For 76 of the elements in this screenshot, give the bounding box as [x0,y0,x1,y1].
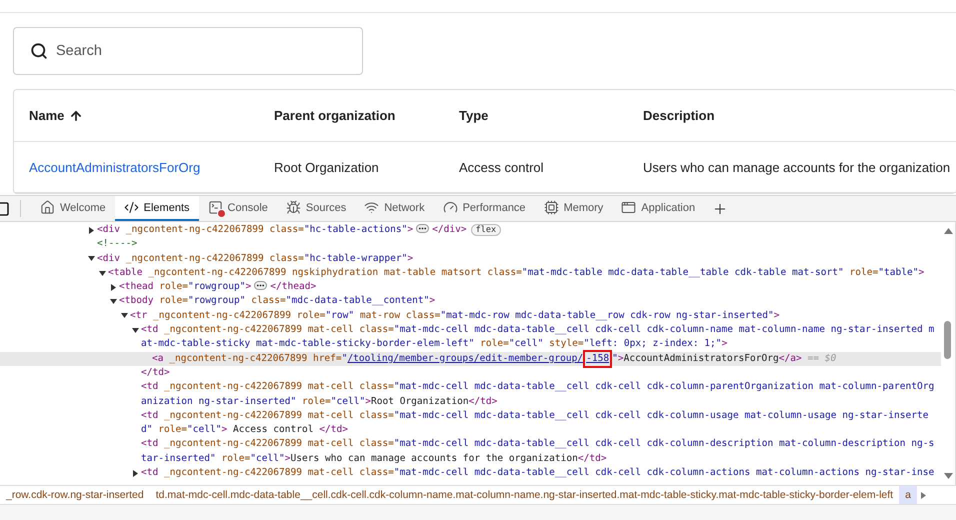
dom-node-row[interactable]: <a _ngcontent-ng-c422067899 href="/tooling/member-groups/edit-member-group/ -158 ">AccountAdministratorsForOrg</a> == $0 [0,352,941,366]
dom-node-row[interactable]: <table _ngcontent-ng-c422067899 ngskiphydration mat-table matsort class="mat-mdc-table mdc-data-table__table cdk-table mat-sort" role="table"> [0,266,941,280]
devtools-tab[interactable]: Performance [434,196,535,221]
devtools-tab[interactable]: Sources [276,196,356,221]
devtools-tab[interactable]: Elements [114,196,199,221]
expand-arrow-icon[interactable] [88,226,95,234]
scrollbar[interactable] [941,222,956,485]
code-text: <thead role="rowgroup"> [119,281,252,292]
gauge-icon [442,200,458,215]
table-cell-text: Root Organization [274,160,380,174]
code-text: <table _ngcontent-ng-c422067899 ngskiphydration mat-table matsort class="mat-mdc-table mdc-data-table__table cdk-table mat-sort" role="table"> [108,266,924,278]
dom-node-row[interactable]: <td _ngcontent-ng-c422067899 mat-cell class="mat-mdc-cell mdc-data-table__cell cdk-cell cdk-column-actions mat-column-actions ng-star-inse [0,466,941,480]
bug-icon [286,200,301,215]
code-text: </div> [432,224,467,235]
dom-node-row[interactable]: <tr _ngcontent-ng-c422067899 role="row" mat-row class="mat-mdc-row mdc-data-table__row cdk-row ng-star-inserted"> [0,308,941,324]
column-header[interactable]: Description [643,108,715,123]
table-cell-text: Access control [459,160,545,174]
dom-node-row[interactable]: <td _ngcontent-ng-c422067899 mat-cell class="mat-mdc-cell mdc-data-table__cell cdk-cell cdk-column-usage mat-column-usage ng-star-inserted" role="cell"> Access control </td> [0,408,941,438]
dom-node-row[interactable]: <td _ngcontent-ng-c422067899 mat-cell class="mat-mdc-cell mdc-data-table__cell cdk-cell cdk-column-parentOrganization mat-column-parentOrganization ng-star-inserted" role="cell">Root Organization</td> [0,380,941,409]
devtools-tab[interactable]: Network [355,196,434,221]
devtools-tab[interactable]: Console [198,196,277,221]
sort-arrow-icon[interactable] [69,108,84,122]
code-text: <td _ngcontent-ng-c422067899 mat-cell class="mat-mdc-cell mdc-data-table__cell cdk-cell cdk-column-parentOrganization mat-column-parentOrganization ng-star-inserted" role="cell">Root Organization</td> [141,381,934,407]
code-icon [124,200,139,215]
collapse-arrow-icon[interactable] [88,255,95,262]
code-text: ">AccountAdministratorsForOrg</a> == $0 [612,352,836,364]
code-text: <tbody role="rowgroup" class="mdc-data-table__content"> [119,295,436,306]
collapse-arrow-icon[interactable] [132,326,139,334]
error-badge-icon [216,209,226,218]
code-text: <!----> [97,238,138,250]
scroll-down-icon[interactable] [944,473,952,479]
collapse-arrow-icon[interactable] [110,298,117,306]
name-link[interactable]: AccountAdministratorsForOrg [29,160,274,174]
devtools-tab[interactable]: Application [612,196,704,221]
dom-node-row[interactable]: <!----> [0,237,941,252]
scroll-right-icon[interactable] [920,492,926,498]
closing-tag-row[interactable]: </td> [0,366,941,380]
code-text: <a _ngcontent-ng-c422067899 href="/tooling/member-groups/edit-member-group/ [152,352,584,364]
ellipsis-icon[interactable] [416,224,430,233]
search-field[interactable]: Search [13,27,363,75]
code-text: <td _ngcontent-ng-c422067899 mat-cell class="mat-mdc-cell mdc-data-table__cell cdk-cell cdk-column-name mat-column-name ng-star-inserted mat-mdc-table-sticky mat-mdc-table-sticky-border-elem-left" role="cell" style="left: 0px; z-index: 1;"> [141,324,934,350]
code-text: </thead> [270,281,316,292]
collapse-arrow-icon[interactable] [121,312,128,320]
code-text: <td _ngcontent-ng-c422067899 mat-cell class="mat-mdc-cell mdc-data-table__cell cdk-cell cdk-column-actions mat-column-actions ng-star-inse [141,467,934,478]
dom-node-row[interactable]: <tbody role="rowgroup" class="mdc-data-table__content"> [0,294,941,309]
code-text: <div _ngcontent-ng-c422067899 class="hc-table-wrapper"> [97,252,414,264]
breadcrumb[interactable]: a [899,486,917,504]
column-header[interactable]: Type [459,108,488,123]
home-icon [40,200,55,215]
chip-icon [544,200,559,215]
scroll-up-icon[interactable] [944,228,952,234]
code-text: <div _ngcontent-ng-c422067899 class="hc-table-actions"> [97,224,414,235]
breadcrumb[interactable]: td.mat-mdc-cell.mdc-data-table__cell.cdk-cell.cdk-column-name.mat-column-name.ng-star-inserted.mat-mdc-table-sticky.mat-mdc-table-sticky-border-elem-left [150,486,900,504]
flex-badge[interactable]: flex [470,224,502,236]
ellipsis-icon[interactable] [254,281,268,290]
code-text: <td _ngcontent-ng-c422067899 mat-cell class="mat-mdc-cell mdc-data-table__cell cdk-cell cdk-column-description mat-column-description ng-star-inserted" role="cell">Users who can manage accounts for the organization</td> [141,438,934,464]
scrollbar-thumb[interactable] [944,321,951,359]
dom-node-row[interactable]: <div _ngcontent-ng-c422067899 class="hc-table-wrapper"> [0,252,941,266]
dom-node-row[interactable]: <div _ngcontent-ng-c422067899 class="hc-table-actions"> </div> flex [0,223,941,238]
devtools-tab[interactable]: Welcome [31,196,115,221]
dom-node-row[interactable]: <thead role="rowgroup"> </thead> [0,280,941,294]
expand-arrow-icon[interactable] [110,284,117,291]
terminal-icon [208,200,223,215]
column-header[interactable]: Name [29,108,64,123]
highlighted-text: -158 [583,350,612,368]
column-header[interactable]: Parent organization [274,108,396,123]
window-icon [621,200,636,215]
search-icon [30,42,48,60]
table-cell-text: Users who can manage accounts for the organization [643,160,952,174]
code-text: </td> [141,366,170,378]
collapse-arrow-icon[interactable] [99,270,106,277]
breadcrumb[interactable]: _row.cdk-row.ng-star-inserted [0,486,150,504]
devtools-tab[interactable]: Memory [534,196,612,221]
code-text: <td _ngcontent-ng-c422067899 mat-cell class="mat-mdc-cell mdc-data-table__cell cdk-cell cdk-column-usage mat-column-usage ng-star-inserted" role="cell"> Access control </td> [141,410,928,436]
expand-arrow-icon[interactable] [132,470,139,477]
code-text: <tr _ngcontent-ng-c422067899 role="row" mat-row class="mat-mdc-row mdc-data-table__row cdk-row ng-star-inserted"> [130,310,780,321]
